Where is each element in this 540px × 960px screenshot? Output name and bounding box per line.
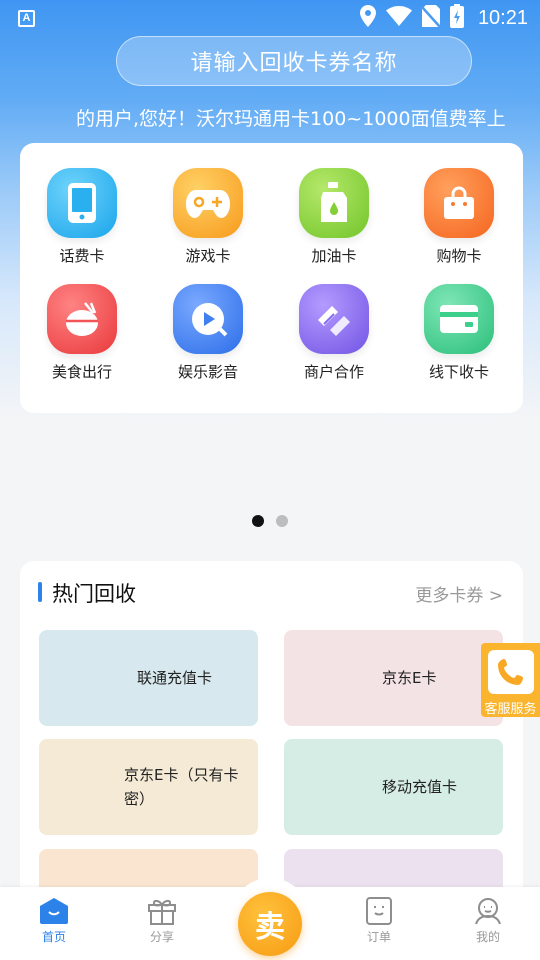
battery-icon (449, 4, 464, 32)
notice-text: 的用户,您好！沃尔玛通用卡100~1000面值费率上 (76, 108, 506, 130)
nav-home[interactable]: 首页 (14, 897, 94, 945)
gamepad-icon (173, 168, 243, 238)
category-entertainment[interactable]: 娱乐影音 (153, 284, 263, 394)
nav-share[interactable]: 分享 (122, 897, 202, 945)
tile-mobile-card[interactable]: 移动充值卡 (284, 739, 503, 835)
tile-label: 京东E卡 (382, 669, 437, 687)
card-icon (424, 284, 494, 354)
section-accent-bar (38, 582, 42, 602)
nav-label: 分享 (149, 930, 174, 944)
category-label: 游戏卡 (185, 247, 231, 265)
category-shopping-card[interactable]: 购物卡 (404, 168, 514, 278)
category-merchant-cooperation[interactable]: 商户合作 (279, 284, 389, 394)
category-label: 美食出行 (51, 363, 112, 381)
category-label: 购物卡 (436, 247, 482, 265)
sell-button[interactable]: 卖 (238, 892, 302, 956)
customer-service-label: 客服服务 (484, 702, 537, 717)
nav-label: 我的 (475, 930, 500, 944)
more-cards-link[interactable]: 更多卡券 > (415, 581, 503, 606)
tile-label: 移动充值卡 (382, 778, 458, 796)
no-sim-icon (421, 5, 441, 31)
phone-icon (47, 168, 117, 238)
category-game-card[interactable]: 游戏卡 (153, 168, 263, 278)
nav-label: 首页 (41, 930, 66, 944)
nav-profile[interactable]: 我的 (448, 897, 528, 945)
notice-marquee: 的用户,您好！沃尔玛通用卡100~1000面值费率上 (0, 100, 540, 136)
gift-icon (148, 899, 176, 925)
category-food-travel[interactable]: 美食出行 (27, 284, 137, 394)
location-icon (359, 5, 376, 31)
search-input[interactable]: 请输入回收卡券名称 (116, 36, 472, 86)
tile-label: 京东E卡（只有卡密） (124, 766, 239, 808)
category-label: 娱乐影音 (177, 363, 238, 381)
category-label: 线下收卡 (428, 363, 489, 381)
tile-jd-ecard[interactable]: 京东E卡 (284, 630, 503, 726)
page-dot-active[interactable] (252, 515, 264, 527)
page-dot[interactable] (276, 515, 288, 527)
category-fuel-card[interactable]: 加油卡 (279, 168, 389, 278)
category-label: 话费卡 (59, 247, 105, 265)
handshake-icon (299, 284, 369, 354)
category-label: 商户合作 (303, 363, 364, 381)
wifi-icon (385, 6, 412, 30)
food-bowl-icon (47, 284, 117, 354)
hot-recycle-section: 热门回收 更多卡券 > 联通充值卡 京东E卡 京东E卡（只有卡密） 移动充值卡 (20, 561, 523, 901)
tile-jd-ecard-code-only[interactable]: 京东E卡（只有卡密） (39, 739, 258, 835)
section-title: 热门回收 (52, 582, 136, 606)
tile-unicom-card[interactable]: 联通充值卡 (39, 630, 258, 726)
order-icon (366, 897, 392, 925)
section-header: 热门回收 更多卡券 > (20, 561, 523, 623)
category-grid: 话费卡 游戏卡 加油卡 购物卡 美食出行 娱乐影音 商户合作 线下收卡 (20, 143, 523, 413)
telephone-icon (487, 650, 534, 694)
play-video-icon (173, 284, 243, 354)
app-notification-icon: A (18, 9, 35, 27)
shopping-bag-icon (424, 168, 494, 238)
search-placeholder: 请输入回收卡券名称 (190, 51, 398, 76)
customer-service-button[interactable]: 客服服务 (481, 643, 540, 717)
category-label: 加油卡 (311, 247, 357, 265)
nav-orders[interactable]: 订单 (339, 897, 419, 945)
status-bar: A 10:21 (0, 0, 540, 36)
home-icon (40, 898, 68, 924)
status-time: 10:21 (477, 6, 528, 29)
page-indicator (252, 515, 288, 527)
profile-icon (475, 898, 501, 925)
tile-label: 联通充值卡 (137, 669, 213, 687)
category-offline-card[interactable]: 线下收卡 (404, 284, 514, 394)
category-phone-card[interactable]: 话费卡 (27, 168, 137, 278)
nav-label: 订单 (366, 930, 391, 944)
fuel-can-icon (299, 168, 369, 238)
